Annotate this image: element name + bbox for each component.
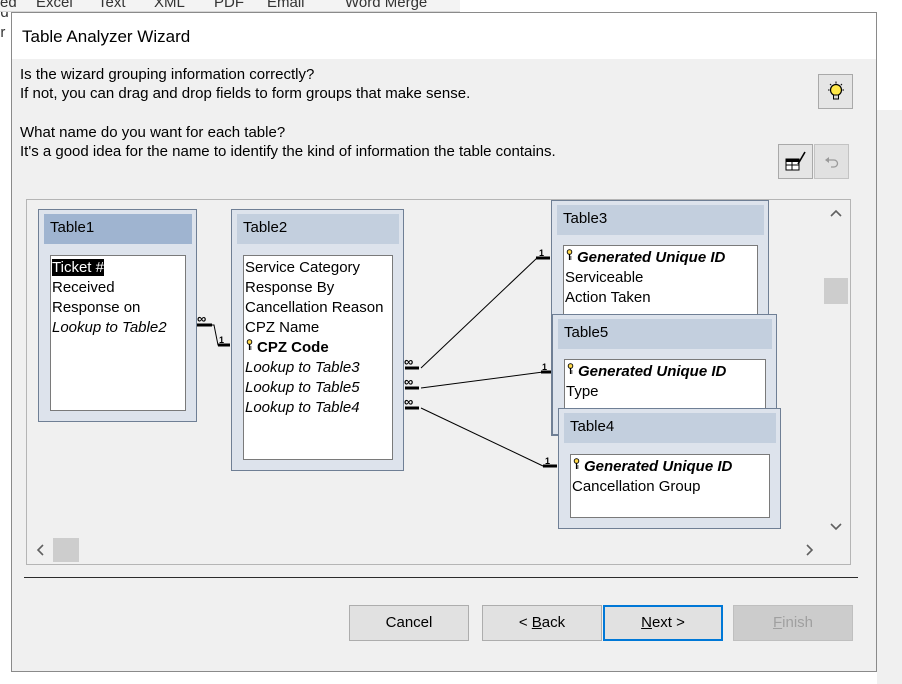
rel-many-label: ∞	[404, 394, 413, 409]
primary-key-icon	[567, 363, 574, 374]
finish-button-accesskey: F	[772, 614, 783, 631]
background-panel	[877, 110, 902, 684]
rel-many-label: ∞	[197, 311, 206, 326]
horizontal-scrollbar[interactable]	[27, 535, 821, 564]
ribbon-item-email: Email	[267, 0, 305, 11]
undo-icon	[824, 156, 838, 168]
field-response-on[interactable]: Response on	[51, 298, 185, 318]
rename-table-button[interactable]	[778, 144, 813, 179]
table2-field-list[interactable]: Service Category Response By Cancellatio…	[243, 255, 393, 460]
table2-box[interactable]: Table2 Service Category Response By Canc…	[231, 209, 404, 471]
field-generated-unique-id[interactable]: Generated Unique ID	[571, 457, 769, 477]
background-text: ed	[0, 12, 9, 21]
back-button-label: ack	[541, 614, 566, 631]
field-lookup-table4[interactable]: Lookup to Table4	[244, 398, 392, 418]
rel-one-label: 1	[219, 335, 224, 345]
instruction-name-question: What name do you want for each table?	[20, 124, 286, 141]
field-lookup-table2[interactable]: Lookup to Table2	[51, 318, 185, 338]
ribbon-item-xml: XML	[154, 0, 185, 11]
field-lookup-table3[interactable]: Lookup to Table3	[244, 358, 392, 378]
back-button-prefix: <	[518, 614, 532, 631]
rel-one-label: 1	[539, 248, 544, 258]
table4-field-list[interactable]: Generated Unique ID Cancellation Group	[570, 454, 770, 518]
scroll-down-icon[interactable]	[830, 518, 842, 534]
ribbon-item-pdf: PDF	[214, 0, 244, 11]
back-button-accesskey: B	[531, 614, 542, 631]
back-button[interactable]: < Back	[482, 605, 602, 641]
next-button-label: ext >	[651, 614, 685, 631]
field-action-taken[interactable]: Action Taken	[564, 288, 757, 308]
field-generated-unique-id[interactable]: Generated Unique ID	[565, 362, 765, 382]
table1-field-list[interactable]: Ticket # Received Response on Lookup to …	[50, 255, 186, 411]
background-text: or	[0, 24, 6, 41]
field-generated-unique-id[interactable]: Generated Unique ID	[564, 248, 757, 268]
field-response-by[interactable]: Response By	[244, 278, 392, 298]
dialog-title: Table Analyzer Wizard	[22, 27, 191, 46]
ribbon-item-excel: Excel	[36, 0, 73, 11]
horizontal-scroll-thumb[interactable]	[53, 538, 79, 562]
field-received[interactable]: Received	[51, 278, 185, 298]
background-ribbon: ed Excel Text XML PDF Email Word Merge	[0, 0, 460, 12]
table5-header[interactable]: Table5	[558, 319, 772, 349]
primary-key-icon	[573, 458, 580, 469]
table-layout-canvas[interactable]: ∞ 1 ∞ ∞ ∞ 1 1 1 Table1 Ticket # Received…	[26, 199, 851, 565]
field-serviceable[interactable]: Serviceable	[564, 268, 757, 288]
ribbon-item-text: Text	[98, 0, 126, 11]
vertical-scrollbar[interactable]	[821, 200, 850, 535]
separator-line	[24, 577, 858, 578]
field-service-category[interactable]: Service Category	[244, 258, 392, 278]
field-lookup-table5[interactable]: Lookup to Table5	[244, 378, 392, 398]
field-cpz-code[interactable]: CPZ Code	[244, 338, 392, 358]
next-button[interactable]: Next >	[603, 605, 723, 641]
scroll-right-icon[interactable]	[806, 543, 814, 559]
instruction-question: Is the wizard grouping information corre…	[20, 66, 315, 83]
ribbon-item-word-merge: Word Merge	[345, 0, 428, 11]
table2-header[interactable]: Table2	[237, 214, 399, 244]
scroll-up-icon[interactable]	[830, 204, 842, 220]
field-cpz-name[interactable]: CPZ Name	[244, 318, 392, 338]
field-cancellation-reason[interactable]: Cancellation Reason	[244, 298, 392, 318]
rel-many-label: ∞	[404, 374, 413, 389]
primary-key-icon	[246, 339, 253, 350]
lightbulb-icon	[827, 81, 844, 99]
table1-header[interactable]: Table1	[44, 214, 192, 244]
finish-button-label: inish	[782, 614, 814, 631]
field-type[interactable]: Type	[565, 382, 765, 402]
cancel-button[interactable]: Cancel	[349, 605, 469, 641]
table1-box[interactable]: Table1 Ticket # Received Response on Loo…	[38, 209, 197, 422]
table3-header[interactable]: Table3	[557, 205, 764, 235]
field-ticket[interactable]: Ticket #	[51, 258, 185, 278]
next-button-accesskey: N	[641, 614, 652, 631]
table5-field-list[interactable]: Generated Unique ID Type	[564, 359, 766, 409]
table4-header[interactable]: Table4	[564, 413, 776, 443]
table-analyzer-dialog: Table Analyzer Wizard Is the wizard grou…	[11, 12, 877, 672]
table3-field-list[interactable]: Generated Unique ID Serviceable Action T…	[563, 245, 758, 325]
table4-box[interactable]: Table4 Generated Unique ID Cancellation …	[558, 408, 781, 529]
rename-table-icon	[785, 151, 806, 170]
rel-one-label: 1	[542, 362, 547, 372]
ribbon-item: ed	[0, 0, 17, 11]
instruction-hint: If not, you can drag and drop fields to …	[20, 85, 471, 102]
field-cancellation-group[interactable]: Cancellation Group	[571, 477, 769, 497]
tips-button[interactable]	[818, 74, 853, 109]
finish-button: Finish	[733, 605, 853, 641]
rel-one-label: 1	[545, 456, 550, 466]
rel-many-label: ∞	[404, 354, 413, 369]
vertical-scroll-thumb[interactable]	[824, 278, 848, 304]
title-bar: Table Analyzer Wizard	[12, 13, 876, 59]
undo-button[interactable]	[814, 144, 849, 179]
primary-key-icon	[566, 249, 573, 260]
instruction-name-hint: It's a good idea for the name to identif…	[20, 143, 556, 160]
scroll-left-icon[interactable]	[36, 543, 44, 559]
